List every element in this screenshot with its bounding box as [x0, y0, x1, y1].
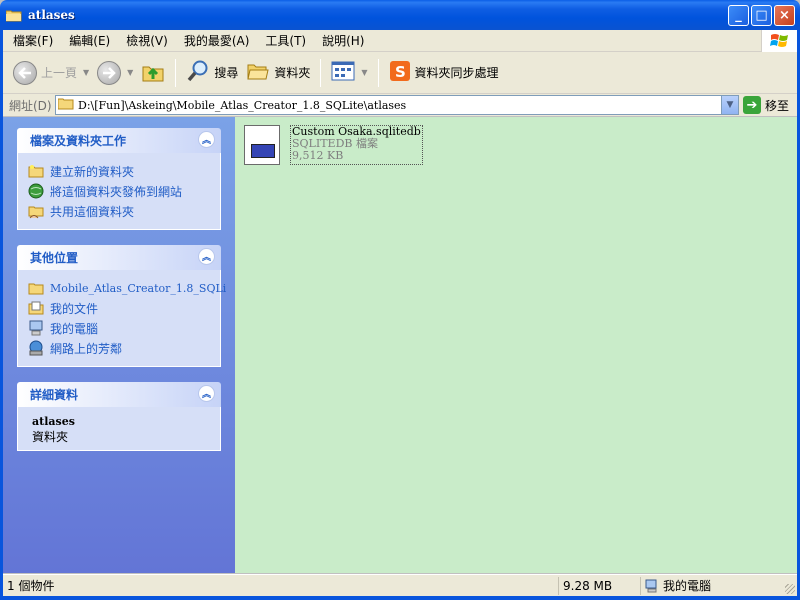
status-zone-label: 我的電腦 [663, 579, 712, 593]
place-label: 我的文件 [50, 301, 99, 316]
computer-icon [645, 579, 659, 593]
folders-icon [246, 60, 270, 85]
details-panel: 詳細資料 ︽ atlases 資料夾 [17, 382, 221, 451]
folders-label: 資料夾 [274, 66, 311, 80]
place-parent-folder[interactable]: Mobile_Atlas_Creator_1.8_SQLi [28, 278, 226, 298]
maximize-button[interactable]: □ [751, 5, 772, 26]
up-button[interactable] [137, 57, 169, 89]
views-button[interactable]: ▼ [327, 57, 371, 89]
go-label: 移至 [765, 98, 790, 113]
search-button[interactable]: 搜尋 [182, 57, 242, 89]
chevron-down-icon[interactable]: ▼ [83, 68, 89, 77]
address-bar: 網址(D) D:\[Fun]\Askeing\Mobile_Atlas_Crea… [3, 94, 797, 116]
close-button[interactable]: × [774, 5, 795, 26]
status-bar: 1 個物件 9.28 MB 我的電腦 [3, 574, 797, 596]
toolbar: 上一頁 ▼ ▼ 搜尋 資料夾 ▼ S 資料夾同步處理 [3, 52, 797, 94]
place-my-documents[interactable]: 我的文件 [28, 298, 210, 318]
menu-favorites[interactable]: 我的最愛(A) [176, 30, 258, 52]
computer-icon [28, 320, 44, 336]
task-label: 將這個資料夾發佈到網站 [50, 184, 183, 199]
window-frame-bottom [0, 596, 800, 600]
sync-icon: S [389, 60, 411, 85]
forward-arrow-icon [97, 60, 122, 85]
sync-label: 資料夾同步處理 [414, 66, 499, 80]
minimize-button[interactable]: _ [728, 5, 749, 26]
chevron-down-icon[interactable]: ▼ [361, 68, 367, 77]
sqlitedb-file-icon [244, 125, 280, 165]
address-path: D:\[Fun]\Askeing\Mobile_Atlas_Creator_1.… [78, 98, 407, 112]
task-share-folder[interactable]: 共用這個資料夾 [28, 201, 210, 221]
address-label: 網址(D) [9, 98, 52, 113]
chevron-down-icon[interactable]: ▼ [127, 68, 133, 77]
other-places-panel: 其他位置 ︽ Mobile_Atlas_Creator_1.8_SQLi 我的文… [17, 245, 226, 367]
panel-title: 檔案及資料夾工作 [30, 134, 127, 148]
status-object-count: 1 個物件 [3, 576, 559, 595]
search-label: 搜尋 [214, 66, 239, 80]
magnifier-icon [186, 59, 210, 86]
menu-view[interactable]: 檢視(V) [118, 30, 176, 52]
details-name: atlases [32, 415, 75, 428]
task-new-folder[interactable]: 建立新的資料夾 [28, 161, 210, 181]
back-button[interactable]: 上一頁 ▼ [9, 57, 93, 89]
windows-logo-icon [761, 30, 797, 52]
forward-button[interactable]: ▼ [93, 57, 137, 89]
place-label: 我的電腦 [50, 321, 99, 336]
collapse-icon[interactable]: ︽ [198, 248, 215, 265]
resize-grip[interactable] [785, 584, 795, 594]
panel-title: 詳細資料 [30, 388, 79, 402]
menu-edit[interactable]: 編輯(E) [61, 30, 118, 52]
details-header[interactable]: 詳細資料 ︽ [17, 382, 221, 407]
task-label: 共用這個資料夾 [50, 204, 135, 219]
toolbar-separator [175, 58, 177, 87]
go-button[interactable]: ➔ 移至 [743, 96, 789, 114]
svg-text:S: S [395, 63, 406, 81]
file-item[interactable]: Custom Osaka.sqlitedb SQLITEDB 檔案 9,512 … [244, 125, 423, 165]
network-icon [28, 340, 44, 356]
menu-bar: 檔案(F) 編輯(E) 檢視(V) 我的最愛(A) 工具(T) 說明(H) [3, 30, 797, 52]
toolbar-separator [377, 58, 379, 87]
address-input[interactable]: D:\[Fun]\Askeing\Mobile_Atlas_Creator_1.… [55, 95, 739, 115]
views-icon [331, 61, 355, 84]
back-arrow-icon [13, 60, 37, 85]
sync-button[interactable]: S 資料夾同步處理 [385, 57, 503, 89]
status-size: 9.28 MB [559, 576, 641, 595]
panel-title: 其他位置 [30, 251, 79, 265]
place-label: Mobile_Atlas_Creator_1.8_SQLi [50, 281, 227, 295]
folder-icon [28, 280, 44, 296]
go-arrow-icon: ➔ [743, 96, 761, 114]
menu-file[interactable]: 檔案(F) [3, 30, 61, 52]
task-publish-web[interactable]: 將這個資料夾發佈到網站 [28, 181, 210, 201]
documents-icon [28, 300, 44, 316]
status-zone: 我的電腦 [641, 577, 791, 595]
folder-up-icon [141, 59, 165, 86]
back-label: 上一頁 [41, 66, 78, 80]
collapse-icon[interactable]: ︽ [198, 131, 215, 148]
place-label: 網路上的芳鄰 [50, 341, 123, 356]
place-network[interactable]: 網路上的芳鄰 [28, 338, 210, 358]
menu-help[interactable]: 說明(H) [314, 30, 372, 52]
file-tasks-header[interactable]: 檔案及資料夾工作 ︽ [17, 128, 221, 153]
file-list-area[interactable]: Custom Osaka.sqlitedb SQLITEDB 檔案 9,512 … [235, 117, 797, 573]
toolbar-separator [320, 58, 322, 87]
file-tasks-panel: 檔案及資料夾工作 ︽ 建立新的資料夾 將這個資料夾發佈到網站 共用這個資料夾 [17, 128, 221, 230]
place-my-computer[interactable]: 我的電腦 [28, 318, 210, 338]
task-pane: 檔案及資料夾工作 ︽ 建立新的資料夾 將這個資料夾發佈到網站 共用這個資料夾 其… [3, 117, 235, 573]
details-type: 資料夾 [32, 430, 69, 444]
window-title: atlases [28, 8, 75, 22]
title-bar[interactable]: atlases _ □ × [0, 0, 800, 30]
file-size: 9,512 KB [292, 149, 344, 162]
globe-icon [28, 183, 44, 199]
folders-button[interactable]: 資料夾 [242, 57, 314, 89]
folder-icon [57, 97, 74, 113]
new-folder-icon [28, 163, 44, 179]
task-label: 建立新的資料夾 [50, 164, 135, 179]
folder-icon [5, 9, 22, 22]
chevron-down-icon[interactable]: ▼ [721, 96, 738, 114]
other-places-header[interactable]: 其他位置 ︽ [17, 245, 221, 270]
collapse-icon[interactable]: ︽ [198, 385, 215, 402]
menu-tools[interactable]: 工具(T) [257, 30, 314, 52]
shared-folder-icon [28, 203, 44, 219]
